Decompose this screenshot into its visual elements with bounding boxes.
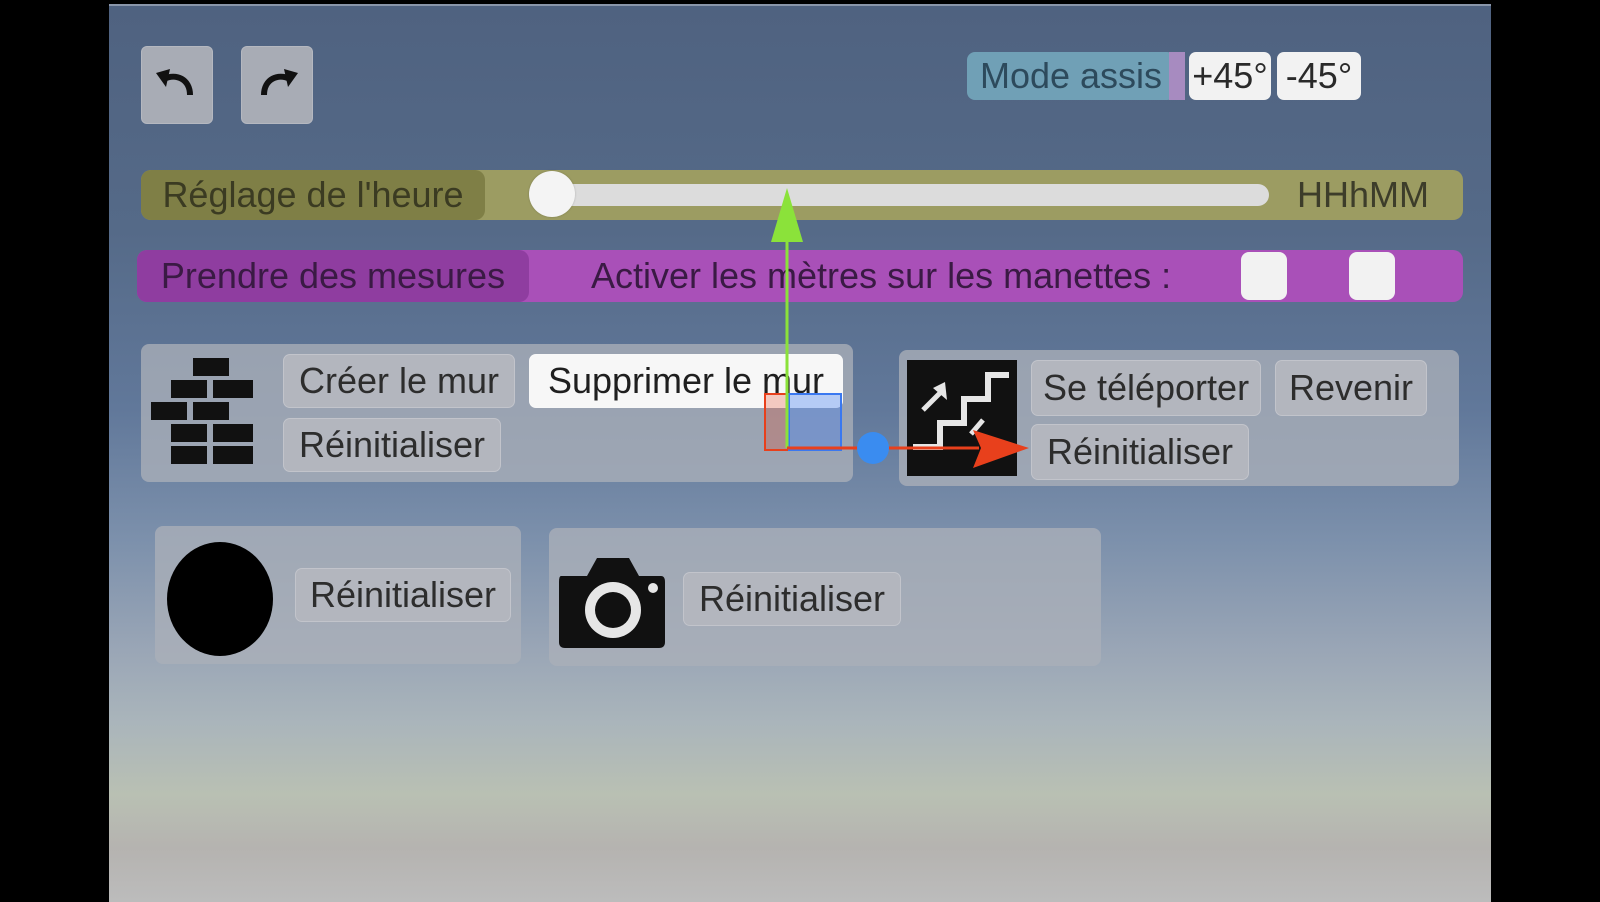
camera-icon	[559, 558, 665, 648]
gizmo-y-arrow[interactable]	[771, 188, 803, 242]
wall-reset-button[interactable]: Réinitialiser	[283, 418, 501, 472]
redo-button[interactable]	[241, 46, 313, 124]
time-value: HHhMM	[1297, 174, 1429, 215]
undo-icon	[156, 69, 193, 96]
create-wall-button[interactable]: Créer le mur	[283, 354, 515, 408]
redo-icon	[261, 69, 298, 96]
circle-icon	[167, 542, 273, 656]
time-label: Réglage de l'heure	[141, 170, 485, 220]
gizmo-center-handle[interactable]	[857, 432, 889, 464]
sun-reset-button[interactable]: Réinitialiser	[295, 568, 511, 622]
brick-wall-icon	[151, 358, 253, 464]
rotate-plus-45-button[interactable]: +45°	[1189, 52, 1271, 100]
back-button[interactable]: Revenir	[1275, 360, 1427, 416]
undo-button[interactable]	[141, 46, 213, 124]
measure-label: Prendre des mesures	[137, 250, 529, 302]
right-controller-meter-toggle[interactable]	[1349, 252, 1395, 300]
teleport-button[interactable]: Se téléporter	[1031, 360, 1261, 416]
gizmo-plane-xy[interactable]	[788, 393, 842, 451]
teleport-reset-button[interactable]: Réinitialiser	[1031, 424, 1249, 480]
time-slider-thumb[interactable]	[529, 171, 575, 217]
camera-reset-button[interactable]: Réinitialiser	[683, 572, 901, 626]
scene-viewport: Mode assis +45° -45° Réglage de l'heure …	[109, 4, 1491, 902]
gizmo-plane-yz[interactable]	[764, 393, 790, 451]
gizmo-x-arrow[interactable]	[973, 430, 1029, 468]
seated-mode-divider	[1169, 52, 1185, 100]
seated-mode-label: Mode assis	[967, 52, 1175, 100]
rotate-minus-45-button[interactable]: -45°	[1277, 52, 1361, 100]
transform-gizmo[interactable]	[749, 186, 1049, 476]
left-controller-meter-toggle[interactable]	[1241, 252, 1287, 300]
